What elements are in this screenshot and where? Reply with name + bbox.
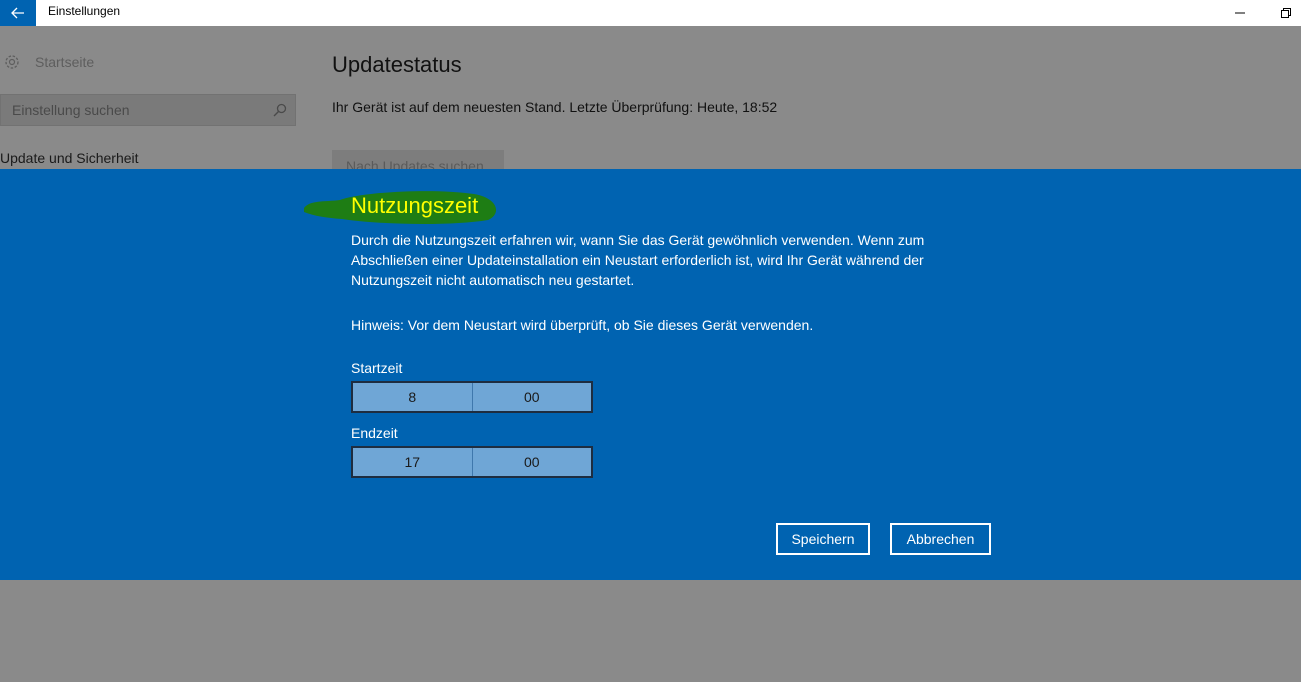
restore-icon (1281, 8, 1291, 18)
start-time-label: Startzeit (351, 360, 403, 376)
end-hour-field[interactable]: 17 (353, 448, 472, 476)
update-status-text: Ihr Gerät ist auf dem neuesten Stand. Le… (332, 99, 778, 115)
check-updates-button[interactable]: Nach Updates suchen (332, 150, 504, 170)
end-time-label: Endzeit (351, 425, 398, 441)
search-placeholder: Einstellung suchen (12, 102, 130, 118)
home-link[interactable]: Startseite (35, 54, 94, 70)
gear-icon (5, 55, 19, 69)
search-input[interactable]: Einstellung suchen (0, 94, 296, 126)
dialog-hint: Hinweis: Vor dem Neustart wird überprüft… (351, 317, 814, 333)
section-title[interactable]: Update und Sicherheit (0, 150, 139, 166)
back-button[interactable] (0, 0, 36, 26)
page-title: Updatestatus (332, 52, 462, 77)
dialog-description: Durch die Nutzungszeit erfahren wir, wan… (351, 232, 925, 288)
cancel-button[interactable]: Abbrechen (890, 523, 991, 555)
end-time-picker[interactable]: 17 00 (351, 446, 593, 478)
end-minute-field[interactable]: 00 (471, 448, 592, 476)
start-time-picker[interactable]: 8 00 (351, 381, 593, 413)
maximize-button[interactable] (1266, 0, 1301, 26)
save-button[interactable]: Speichern (776, 523, 870, 555)
search-icon[interactable] (273, 103, 287, 117)
arrow-left-icon (11, 7, 24, 19)
start-hour-field[interactable]: 8 (353, 383, 472, 411)
minimize-icon (1235, 12, 1245, 14)
start-minute-field[interactable]: 00 (471, 383, 592, 411)
minimize-button[interactable] (1220, 0, 1260, 26)
dialog-title: Nutzungszeit (351, 193, 479, 218)
window-title: Einstellungen (48, 4, 121, 18)
title-bar: Einstellungen (0, 0, 1301, 26)
